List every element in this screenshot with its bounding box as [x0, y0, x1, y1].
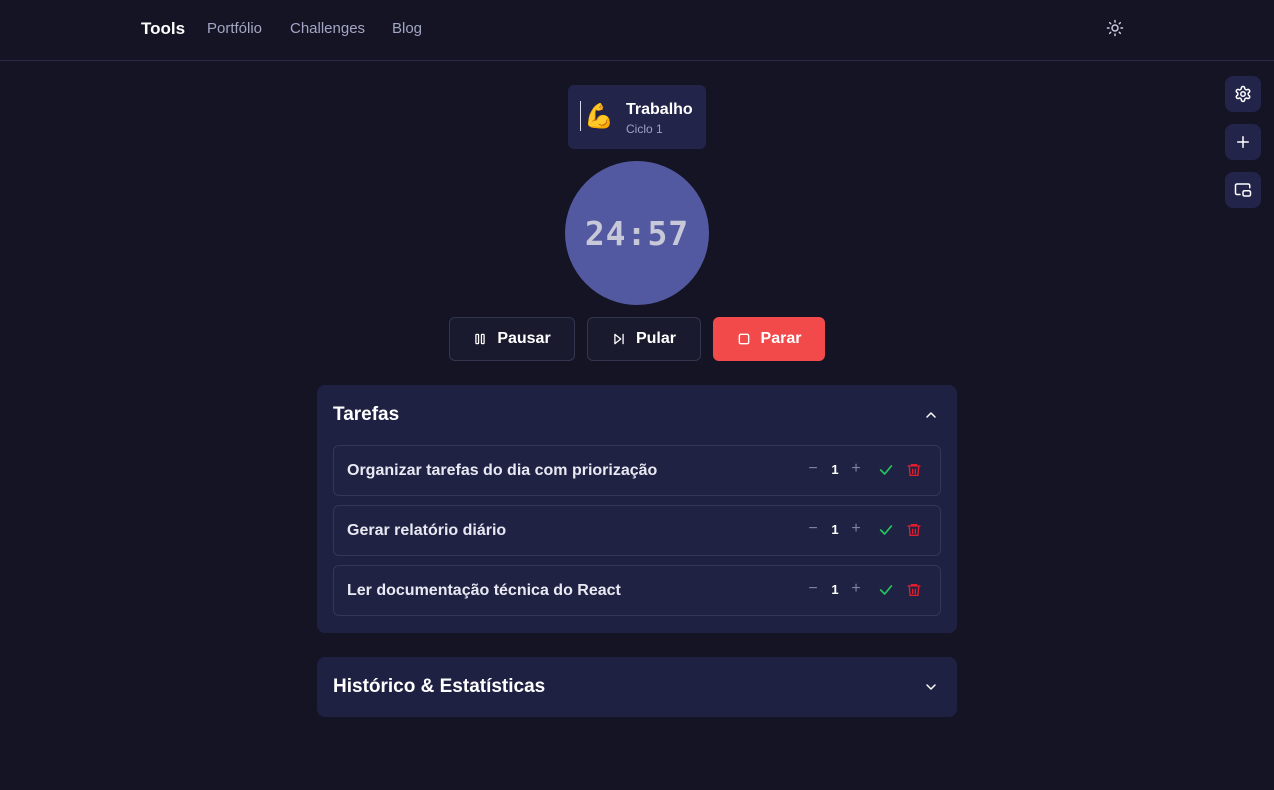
task-row: Organizar tarefas do dia com priorização… — [333, 445, 941, 496]
brand-logo[interactable]: Tools — [141, 19, 185, 39]
pause-button[interactable]: Pausar — [449, 317, 575, 361]
plus-icon — [1237, 136, 1249, 148]
trash-icon[interactable] — [906, 582, 922, 598]
timer-seconds: 57 — [647, 213, 690, 253]
stop-icon — [738, 333, 749, 345]
flexed-biceps-icon: 💪 — [584, 103, 614, 130]
task-label: Ler documentação técnica do React — [347, 582, 621, 599]
picture-in-picture-icon — [1234, 183, 1252, 197]
pause-label: Pausar — [497, 330, 551, 347]
decrement-button[interactable]: − — [806, 580, 820, 600]
task-label: Gerar relatório diário — [347, 522, 507, 539]
timer-circle: 24:57 — [565, 161, 709, 305]
check-icon[interactable] — [878, 522, 894, 538]
increment-button[interactable]: + — [849, 580, 863, 600]
timer-separator: : — [626, 213, 648, 253]
mode-indicator-bar — [580, 101, 581, 131]
tasks-panel-title: Tarefas — [333, 404, 400, 425]
nav-link-blog[interactable]: Blog — [392, 20, 422, 37]
task-row: Gerar relatório diário − 1 + — [333, 505, 941, 556]
picture-in-picture-button[interactable] — [1225, 172, 1261, 208]
chevron-up-icon — [926, 412, 936, 418]
tasks-collapse-button[interactable] — [921, 405, 941, 425]
cycle-label: Ciclo 1 — [626, 122, 663, 136]
check-icon[interactable] — [878, 582, 894, 598]
skip-button[interactable]: Pular — [587, 317, 701, 361]
mode-card: 💪 Trabalho Ciclo 1 — [568, 85, 706, 149]
trash-icon[interactable] — [906, 522, 922, 538]
top-navbar: Tools Portfólio Challenges Blog — [0, 0, 1274, 61]
stop-label: Parar — [760, 330, 802, 347]
task-label: Organizar tarefas do dia com priorização — [347, 462, 658, 479]
nav-link-challenges[interactable]: Challenges — [290, 20, 365, 37]
decrement-button[interactable]: − — [806, 460, 820, 480]
tasks-panel: Tarefas Organizar tarefas do dia com pri… — [317, 385, 957, 633]
mode-title: Trabalho — [626, 101, 693, 118]
add-button[interactable] — [1225, 124, 1261, 160]
pause-icon — [475, 333, 486, 345]
task-row: Ler documentação técnica do React − 1 + — [333, 565, 941, 616]
settings-button[interactable] — [1225, 76, 1261, 112]
chevron-down-icon — [926, 684, 936, 690]
check-icon[interactable] — [878, 462, 894, 478]
pomodoro-count: 1 — [831, 522, 839, 537]
pomodoro-count: 1 — [831, 462, 839, 477]
timer-display: 24:57 — [585, 214, 689, 253]
history-panel-title: Histórico & Estatísticas — [333, 676, 546, 697]
increment-button[interactable]: + — [849, 520, 863, 540]
gear-icon — [1235, 85, 1251, 103]
nav-link-portfolio[interactable]: Portfólio — [207, 20, 262, 37]
theme-toggle-button[interactable] — [1103, 16, 1127, 40]
sun-icon — [1106, 19, 1124, 37]
decrement-button[interactable]: − — [806, 520, 820, 540]
stop-button[interactable]: Parar — [713, 317, 825, 361]
skip-forward-icon — [614, 333, 624, 345]
increment-button[interactable]: + — [849, 460, 863, 480]
timer-minutes: 24 — [584, 213, 627, 253]
pomodoro-count: 1 — [831, 582, 839, 597]
skip-label: Pular — [635, 330, 676, 347]
history-panel[interactable]: Histórico & Estatísticas — [317, 657, 957, 717]
history-expand-button[interactable] — [921, 677, 941, 697]
trash-icon[interactable] — [906, 462, 922, 478]
